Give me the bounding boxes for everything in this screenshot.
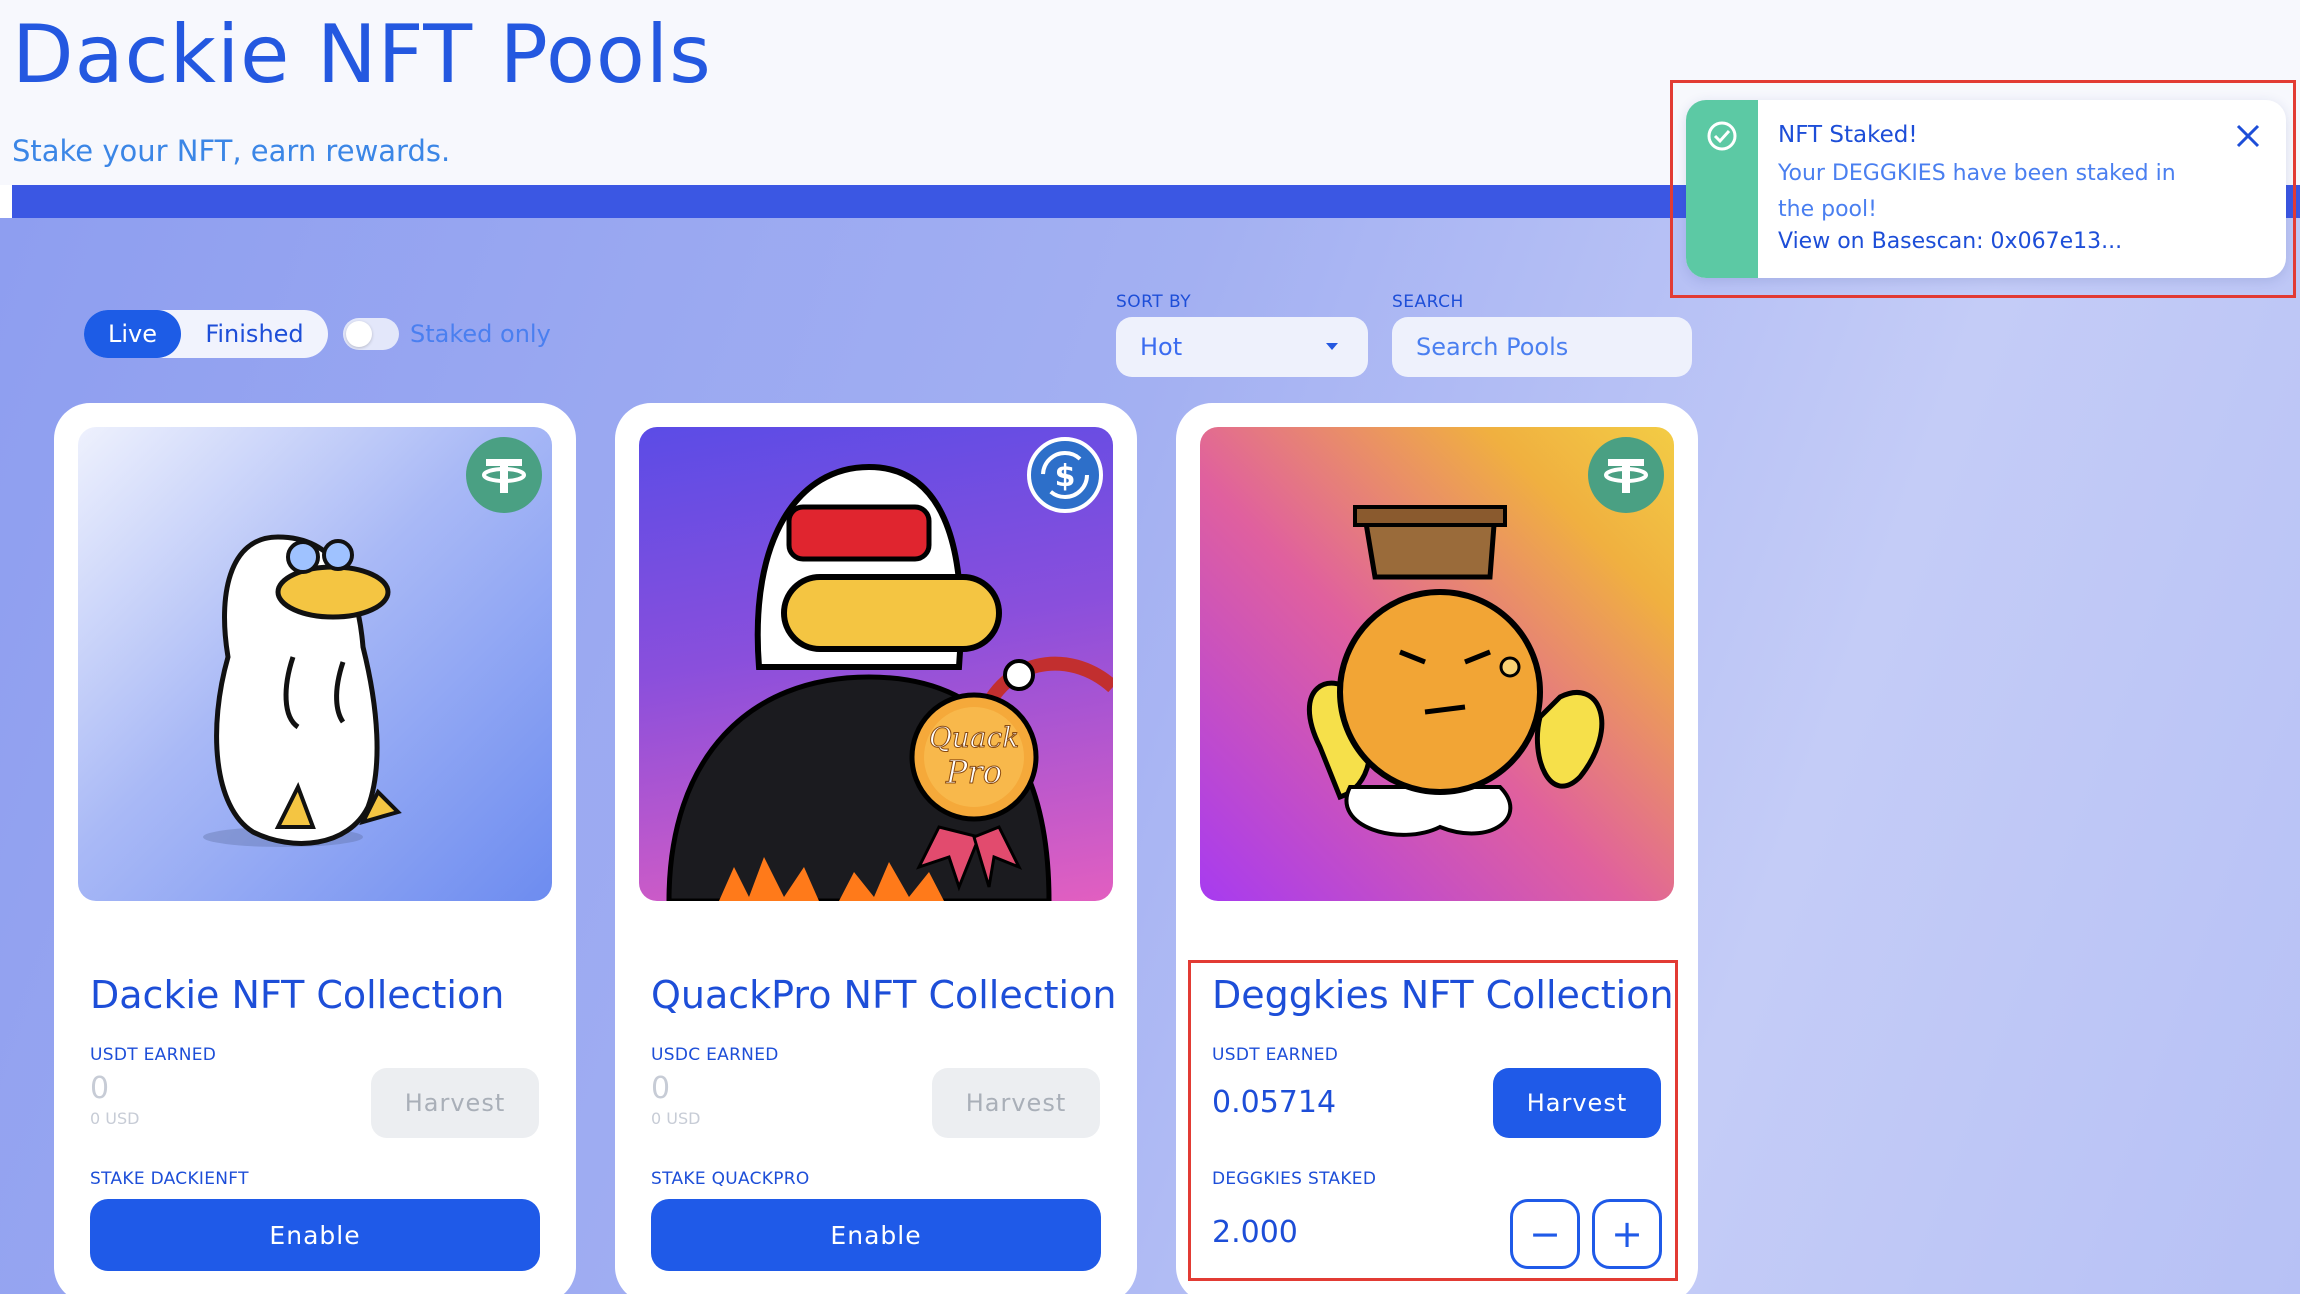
pool-title: QuackPro NFT Collection [651, 973, 1117, 1017]
tether-icon [466, 437, 542, 513]
page-title: Dackie NFT Pools [12, 8, 712, 101]
pool-card-quackpro: Quack Pro $ QuackPro NFT Collection USDC… [615, 403, 1137, 1294]
earned-label: USDT EARNED [90, 1045, 217, 1065]
sort-by-label: SORT BY [1116, 292, 1192, 312]
caret-down-icon [1326, 343, 1338, 350]
sort-selected-value: Hot [1140, 333, 1183, 361]
tab-live[interactable]: Live [84, 310, 181, 358]
search-label: SEARCH [1392, 292, 1464, 312]
harvest-button[interactable]: Harvest [371, 1068, 539, 1138]
page-subtitle: Stake your NFT, earn rewards. [12, 134, 451, 168]
quackpro-nft-image: Quack Pro $ [639, 427, 1113, 901]
harvest-button[interactable]: Harvest [932, 1068, 1100, 1138]
toggle-knob [346, 321, 372, 347]
earned-usd-value: 0 USD [90, 1109, 140, 1128]
earned-value: 0 [651, 1071, 671, 1106]
sort-select[interactable]: Hot [1116, 317, 1368, 377]
stake-label: STAKE QUACKPRO [651, 1169, 810, 1189]
enable-button[interactable]: Enable [651, 1199, 1101, 1271]
tether-icon [1588, 437, 1664, 513]
quack-pro-badge-line1: Quack [929, 721, 1019, 754]
pool-title: Dackie NFT Collection [90, 973, 505, 1017]
staked-only-label: Staked only [410, 320, 551, 348]
search-input[interactable] [1392, 317, 1692, 377]
earned-label: USDC EARNED [651, 1045, 779, 1065]
svg-text:$: $ [1055, 459, 1076, 494]
deggkies-nft-image [1200, 427, 1674, 901]
tab-finished[interactable]: Finished [181, 310, 328, 358]
earned-value: 0 [90, 1071, 110, 1106]
staked-only-toggle[interactable] [343, 318, 399, 350]
deggkies-info-highlight [1188, 960, 1678, 1281]
stake-label: STAKE DACKIENFT [90, 1169, 249, 1189]
pool-card-dackie: Dackie NFT Collection USDT EARNED 0 0 US… [54, 403, 576, 1294]
quack-pro-badge-line2: Pro [945, 753, 1002, 791]
enable-button[interactable]: Enable [90, 1199, 540, 1271]
dackie-nft-image [78, 427, 552, 901]
live-finished-switch: Live Finished [84, 310, 328, 358]
usdc-icon: $ [1027, 437, 1103, 513]
earned-usd-value: 0 USD [651, 1109, 701, 1128]
toast-highlight [1670, 80, 2296, 298]
